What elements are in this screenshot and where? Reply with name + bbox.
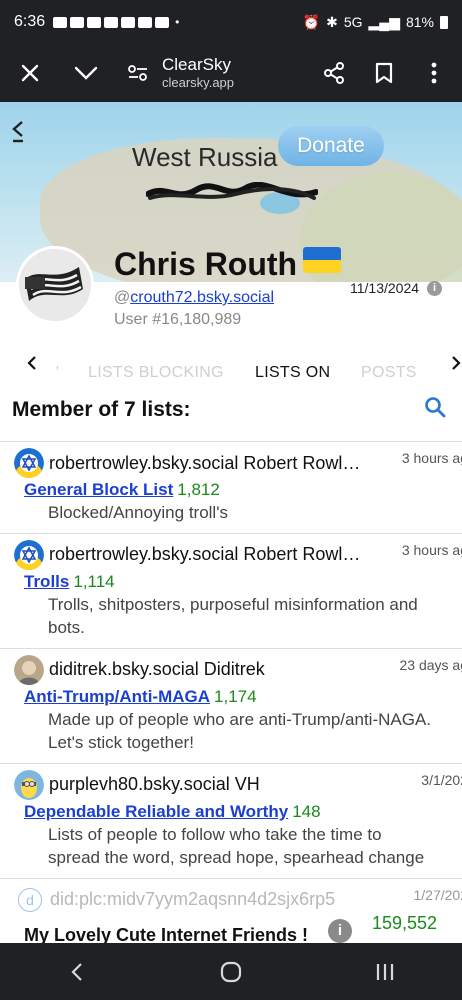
tab-lists-on[interactable]: LISTS ON bbox=[255, 364, 330, 382]
section-title: Member of 7 lists: bbox=[12, 398, 191, 421]
donate-button[interactable]: Donate bbox=[278, 126, 384, 166]
list-description: Lists of people to follow who take the t… bbox=[48, 824, 425, 867]
list-title-row: General Block List 1,812 bbox=[0, 480, 462, 500]
ukraine-flag-icon bbox=[303, 247, 342, 273]
list-time: 3/1/202 bbox=[421, 771, 462, 788]
list-owner-row: purplevh80.bsky.social VH bbox=[0, 769, 462, 800]
flag-avatar-image bbox=[19, 249, 91, 321]
list-member-count: 1,114 bbox=[73, 571, 115, 591]
list-name-link[interactable]: Anti-Trump/Anti-MAGA bbox=[24, 687, 210, 706]
list-owner-row: robertrowley.bsky.social Robert Rowl… bbox=[0, 539, 462, 570]
list-description: Made up of people who are anti-Trump/ant… bbox=[48, 709, 432, 752]
site-settings-icon[interactable] bbox=[118, 53, 158, 93]
list-member-count: 148 bbox=[292, 801, 321, 821]
profile-date: 11/13/2024 i bbox=[350, 280, 443, 296]
list-item: d did:plc:midv7yym2aqsnn4d2sjx6rp5 1/27/… bbox=[0, 879, 462, 943]
list-owner[interactable]: robertrowley.bsky.social Robert Rowl… bbox=[49, 453, 360, 474]
profile-avatar bbox=[16, 246, 94, 324]
list-owner[interactable]: robertrowley.bsky.social Robert Rowl… bbox=[49, 544, 360, 565]
battery-level: 81% bbox=[405, 14, 434, 30]
list-time: 3 hours ag bbox=[401, 541, 462, 558]
list-item: robertrowley.bsky.social Robert Rowl… 3 … bbox=[0, 534, 462, 649]
tab-bar: ' LISTS BLOCKING LISTS ON POSTS bbox=[0, 348, 462, 388]
tab-scroll-left-icon[interactable] bbox=[20, 348, 44, 378]
list-name-link[interactable]: General Block List bbox=[24, 480, 173, 499]
list-item: purplevh80.bsky.social VH 3/1/202 Depend… bbox=[0, 764, 462, 879]
status-bar: 6:36 • ⏰ ✱ 5G ▂▄▆ 81% bbox=[0, 0, 462, 44]
list-member-count: 159,552 bbox=[372, 912, 438, 933]
profile-handle: @crouth72.bsky.social bbox=[114, 289, 274, 307]
list-time: 23 days ag bbox=[399, 656, 462, 673]
browser-title: ClearSky bbox=[162, 55, 231, 74]
signal-icon: ▂▄▆ bbox=[368, 13, 400, 30]
browser-url: clearsky.app bbox=[162, 75, 235, 91]
tab-posts[interactable]: POSTS bbox=[361, 364, 417, 382]
page-title-block[interactable]: ClearSky clearsky.app bbox=[158, 55, 314, 91]
list-owner-row: d did:plc:midv7yym2aqsnn4d2sjx6rp5 bbox=[0, 887, 462, 913]
profile-name-block: Chris Routh bbox=[114, 246, 342, 283]
close-icon[interactable] bbox=[10, 53, 50, 93]
list-owner-row: robertrowley.bsky.social Robert Rowl… bbox=[0, 448, 462, 478]
nav-recents-icon[interactable] bbox=[355, 952, 415, 992]
list-name-link[interactable]: Trolls bbox=[24, 572, 69, 591]
list-item: diditrek.bsky.social Diditrek 23 days ag… bbox=[0, 649, 462, 764]
list-owner[interactable]: did:plc:midv7yym2aqsnn4d2sjx6rp5 bbox=[50, 889, 335, 910]
scribbled-label bbox=[146, 182, 318, 200]
owner-avatar[interactable] bbox=[14, 539, 44, 570]
handle-prefix: @ bbox=[114, 289, 131, 306]
list-item: robertrowley.bsky.social Robert Rowl… 3 … bbox=[0, 442, 462, 534]
search-icon[interactable] bbox=[420, 392, 450, 422]
info-icon[interactable]: i bbox=[427, 280, 443, 296]
list-member-count: 1,812 bbox=[177, 480, 220, 499]
more-notifications-dot: • bbox=[175, 15, 180, 29]
more-vertical-icon[interactable] bbox=[414, 53, 454, 93]
list-title-row: Dependable Reliable and Worthy 148 bbox=[0, 802, 462, 822]
status-time: 6:36 bbox=[14, 13, 46, 30]
list-owner[interactable]: diditrek.bsky.social Diditrek bbox=[49, 659, 265, 680]
network-label: 5G bbox=[343, 14, 363, 30]
user-number: User #16,180,989 bbox=[114, 311, 242, 328]
list-time: 3 hours ag bbox=[401, 450, 462, 466]
nav-back-icon[interactable] bbox=[47, 952, 107, 992]
list-title-row: Trolls 1,114 bbox=[0, 572, 462, 592]
alarm-icon: ⏰ bbox=[302, 13, 321, 30]
list-time: 1/27/202 bbox=[413, 886, 462, 903]
owner-avatar[interactable] bbox=[14, 769, 44, 800]
back-icon[interactable] bbox=[10, 118, 26, 149]
owner-avatar[interactable] bbox=[14, 654, 44, 685]
lists-container: robertrowley.bsky.social Robert Rowl… 3 … bbox=[0, 441, 462, 943]
profile-name: Chris Routh bbox=[114, 246, 298, 282]
tab-fragment: ' bbox=[56, 364, 60, 381]
list-description: Trolls, shitposters, purposeful misinfor… bbox=[48, 594, 418, 637]
browser-toolbar: ClearSky clearsky.app bbox=[0, 44, 462, 102]
share-icon[interactable] bbox=[314, 53, 354, 93]
bluetooth-icon: ✱ bbox=[326, 13, 338, 30]
owner-avatar-placeholder[interactable]: d bbox=[18, 887, 42, 912]
list-title-row: My Lovely Cute Internet Friends ! i 159,… bbox=[0, 913, 462, 943]
list-member-count: 1,174 bbox=[214, 686, 257, 706]
list-name[interactable]: My Lovely Cute Internet Friends ! bbox=[24, 925, 308, 943]
system-nav-bar bbox=[0, 943, 462, 1000]
owner-avatar[interactable] bbox=[14, 448, 44, 478]
battery-icon bbox=[440, 15, 448, 29]
handle-link[interactable]: crouth72.bsky.social bbox=[130, 289, 274, 306]
profile-date-text: 11/13/2024 bbox=[350, 280, 420, 296]
list-description: Blocked/Annoying troll's bbox=[48, 503, 228, 522]
info-icon[interactable]: i bbox=[328, 918, 352, 943]
list-owner-row: diditrek.bsky.social Diditrek bbox=[0, 654, 462, 685]
tab-scroll-right-icon[interactable] bbox=[444, 348, 462, 378]
list-name-link[interactable]: Dependable Reliable and Worthy bbox=[24, 802, 288, 821]
bookmark-icon[interactable] bbox=[364, 53, 404, 93]
list-owner[interactable]: purplevh80.bsky.social VH bbox=[49, 774, 260, 795]
tab-lists-blocking[interactable]: LISTS BLOCKING bbox=[88, 364, 224, 382]
nav-home-icon[interactable] bbox=[201, 952, 261, 992]
map-label: West Russia bbox=[132, 142, 278, 172]
status-right: ⏰ ✱ 5G ▂▄▆ 81% bbox=[303, 14, 448, 31]
list-title-row: Anti-Trump/Anti-MAGA 1,174 bbox=[0, 687, 462, 707]
chevron-down-icon[interactable] bbox=[66, 53, 106, 93]
notification-icons bbox=[53, 16, 170, 28]
